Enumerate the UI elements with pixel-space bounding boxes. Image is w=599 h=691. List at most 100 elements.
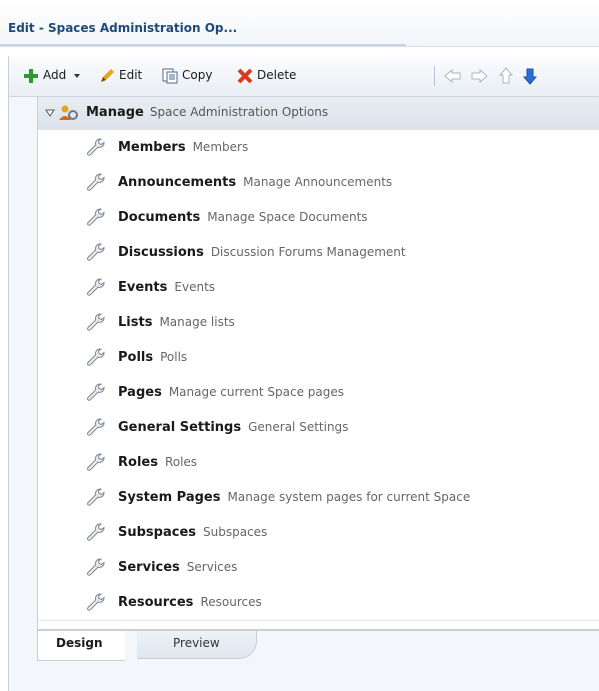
edit-label: Edit xyxy=(119,68,143,82)
wrench-icon xyxy=(86,383,106,404)
tree-row-name: Roles xyxy=(118,455,158,470)
tree-row[interactable]: Resources Resources xyxy=(38,585,599,621)
tree-row-label: Polls Polls xyxy=(118,350,187,365)
tree-row-name: Services xyxy=(118,560,180,575)
tree-row-name: Subspaces xyxy=(118,525,196,540)
tab-bar: Design Preview xyxy=(37,630,599,663)
tree-row-description: Subspaces xyxy=(203,525,268,539)
tree-row-label: System Pages Manage system pages for curr… xyxy=(118,490,470,505)
tree-row-name: General Settings xyxy=(118,420,242,435)
wrench-icon xyxy=(86,173,106,194)
tree-row-label: Services Services xyxy=(118,560,237,575)
move-left-button[interactable] xyxy=(444,64,466,86)
tree-row[interactable]: Announcements Manage Announcements xyxy=(38,165,599,201)
tree-row-name: System Pages xyxy=(118,490,221,505)
delete-label: Delete xyxy=(257,68,297,82)
tree-row-name: Documents xyxy=(118,210,201,225)
tree-row-description: Discussion Forums Management xyxy=(210,245,406,259)
tree-row[interactable]: Services Services xyxy=(38,550,599,586)
tree-row[interactable]: General Settings General Settings xyxy=(38,410,599,446)
wrench-icon xyxy=(86,558,106,579)
tree-row-label: Resources Resources xyxy=(118,595,262,610)
tab-design-label: Design xyxy=(56,636,103,650)
dialog-frame: Edit - Spaces Administration Op... Add E… xyxy=(0,0,599,691)
title-underline xyxy=(0,44,406,46)
add-button[interactable]: Add xyxy=(23,64,81,86)
tree-row-description: Manage Space Documents xyxy=(207,210,368,224)
tab-preview[interactable]: Preview xyxy=(137,631,257,659)
arrow-left-icon xyxy=(444,68,461,83)
tree-row-description: Roles xyxy=(164,455,198,469)
wrench-icon xyxy=(86,418,106,439)
tree-row-name: Announcements xyxy=(118,175,237,190)
tab-design[interactable]: Design xyxy=(37,631,125,661)
tree-row[interactable]: Discussions Discussion Forums Management xyxy=(38,235,599,271)
move-right-button[interactable] xyxy=(470,64,492,86)
tree-row-label: Discussions Discussion Forums Management xyxy=(118,245,406,260)
arrow-up-icon xyxy=(498,66,514,83)
tree-row-label: Pages Manage current Space pages xyxy=(118,385,344,400)
tree-row-description: Manage system pages for current Space xyxy=(227,490,471,504)
edit-button[interactable]: Edit xyxy=(99,64,142,86)
copy-button[interactable]: Copy xyxy=(162,64,212,86)
tree-row-description: Resources xyxy=(200,595,262,609)
tree-row[interactable]: Events Events xyxy=(38,270,599,306)
tree-row-name: Lists xyxy=(118,315,153,330)
add-label: Add xyxy=(43,68,67,82)
tree-row-description: Members xyxy=(192,140,249,154)
tree-row[interactable]: Roles Roles xyxy=(38,445,599,481)
toolbar: Add Edit Copy Delete xyxy=(9,56,599,97)
move-up-button[interactable] xyxy=(498,64,518,86)
wrench-icon xyxy=(86,313,106,334)
tree-row-description: Events xyxy=(174,280,216,294)
delete-icon xyxy=(237,68,253,83)
tree-root-row[interactable]: Manage Space Administration Options xyxy=(38,97,599,131)
tree-row-description: Manage Announcements xyxy=(243,175,393,189)
edit-icon xyxy=(101,68,114,82)
tree-row-description: Manage lists xyxy=(159,315,235,329)
wrench-icon xyxy=(86,243,106,264)
move-down-button[interactable] xyxy=(522,64,542,86)
tree-row-name: Events xyxy=(118,280,168,295)
tree-row-label: Members Members xyxy=(118,140,248,155)
tree-row[interactable]: Lists Manage lists xyxy=(38,305,599,341)
tree-row-description: Manage current Space pages xyxy=(168,385,345,399)
add-icon xyxy=(24,68,38,83)
title-bar: Edit - Spaces Administration Op... xyxy=(0,0,599,47)
tree-row-description: General Settings xyxy=(248,420,349,434)
arrow-right-icon xyxy=(471,68,488,83)
tree-row-label: Announcements Manage Announcements xyxy=(118,175,392,190)
tree-row-name: Discussions xyxy=(118,245,204,260)
wrench-icon xyxy=(86,488,106,509)
tree-row[interactable]: Members Members xyxy=(38,130,599,166)
tree-row[interactable]: Pages Manage current Space pages xyxy=(38,375,599,411)
tree-row[interactable]: Subspaces Subspaces xyxy=(38,515,599,551)
delete-button[interactable]: Delete xyxy=(237,64,296,86)
tree-row-label: General Settings General Settings xyxy=(118,420,348,435)
copy-icon xyxy=(162,68,178,83)
wrench-icon xyxy=(86,593,106,614)
tree-view: Manage Space Administration Options Membe… xyxy=(37,97,599,630)
tree-row-description: Services xyxy=(186,560,238,574)
tree-row-name: Polls xyxy=(118,350,154,365)
tree-row-name: Members xyxy=(118,140,186,155)
wrench-icon xyxy=(86,453,106,474)
root-name: Manage xyxy=(86,105,144,120)
tree-row-label: Roles Roles xyxy=(118,455,197,470)
toolbar-separator xyxy=(434,66,435,86)
tree-row-label: Lists Manage lists xyxy=(118,315,235,330)
wrench-icon xyxy=(86,348,106,369)
tree-row-name: Resources xyxy=(118,595,194,610)
expand-toggle-icon[interactable] xyxy=(45,108,55,118)
tree-row[interactable]: System Pages Manage system pages for curr… xyxy=(38,480,599,516)
users-gear-icon xyxy=(59,105,78,120)
tree-row[interactable]: Documents Manage Space Documents xyxy=(38,200,599,236)
arrow-down-icon xyxy=(522,68,538,85)
root-description: Space Administration Options xyxy=(149,105,329,119)
copy-label: Copy xyxy=(182,68,213,82)
tree-row-label: Events Events xyxy=(118,280,215,295)
tree-root-label: Manage Space Administration Options xyxy=(86,105,328,120)
tree-row-label: Subspaces Subspaces xyxy=(118,525,267,540)
tree-row-description: Polls xyxy=(160,350,188,364)
tree-row[interactable]: Polls Polls xyxy=(38,340,599,376)
